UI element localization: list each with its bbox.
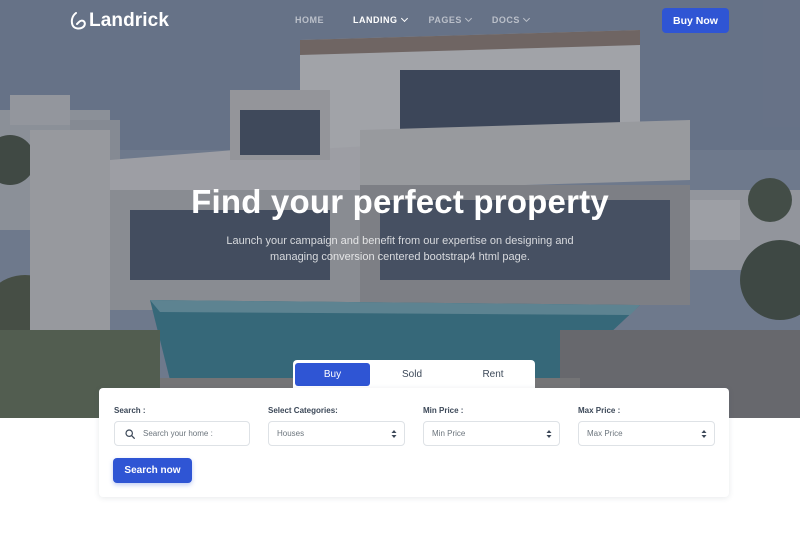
nav-item-landing[interactable]: LANDING <box>353 14 408 25</box>
search-icon <box>125 429 135 439</box>
tab-sold[interactable]: Sold <box>370 363 454 386</box>
category-value: Houses <box>277 429 305 438</box>
logo-icon <box>70 12 86 30</box>
chevron-down-icon <box>464 14 472 23</box>
buy-now-button[interactable]: Buy Now <box>662 8 729 33</box>
tab-rent[interactable]: Rent <box>454 363 532 386</box>
chevron-down-icon <box>522 14 530 23</box>
nav-menu: HOME LANDING PAGES DOCS <box>295 14 530 25</box>
search-label: Search : <box>114 406 146 415</box>
search-now-button[interactable]: Search now <box>113 458 192 483</box>
tab-buy[interactable]: Buy <box>295 363 370 386</box>
brand-name: Landrick <box>89 10 169 31</box>
nav-item-label: HOME <box>295 15 324 25</box>
search-card: Search : Search your home : Select Categ… <box>99 388 729 497</box>
nav-item-docs[interactable]: DOCS <box>491 14 530 25</box>
chevron-down-icon <box>400 14 408 23</box>
nav-item-label: LANDING <box>353 15 398 25</box>
nav-item-label: PAGES <box>428 15 462 25</box>
max-price-select[interactable]: Max Price <box>578 421 715 446</box>
category-select[interactable]: Houses <box>268 421 405 446</box>
logo[interactable]: Landrick <box>70 10 169 32</box>
max-price-value: Max Price <box>587 429 623 438</box>
min-price-label: Min Price : <box>423 406 464 415</box>
hero-subtitle: Launch your campaign and benefit from ou… <box>226 235 574 263</box>
navbar: Landrick HOME LANDING PAGES DOCS Buy Now <box>0 0 800 42</box>
nav-item-home[interactable]: HOME <box>295 15 324 25</box>
select-arrows-icon <box>391 430 397 438</box>
min-price-select[interactable]: Min Price <box>423 421 560 446</box>
select-arrows-icon <box>546 430 552 438</box>
property-tabs: Buy Sold Rent <box>293 360 535 389</box>
nav-item-label: DOCS <box>491 15 520 25</box>
nav-item-pages[interactable]: PAGES <box>428 14 472 25</box>
select-arrows-icon <box>701 430 707 438</box>
search-input[interactable]: Search your home : <box>114 421 250 446</box>
category-label: Select Categories: <box>268 406 338 415</box>
search-placeholder: Search your home : <box>143 429 213 438</box>
hero-title: Find your perfect property <box>191 183 609 220</box>
min-price-value: Min Price <box>432 429 466 438</box>
max-price-label: Max Price : <box>578 406 621 415</box>
